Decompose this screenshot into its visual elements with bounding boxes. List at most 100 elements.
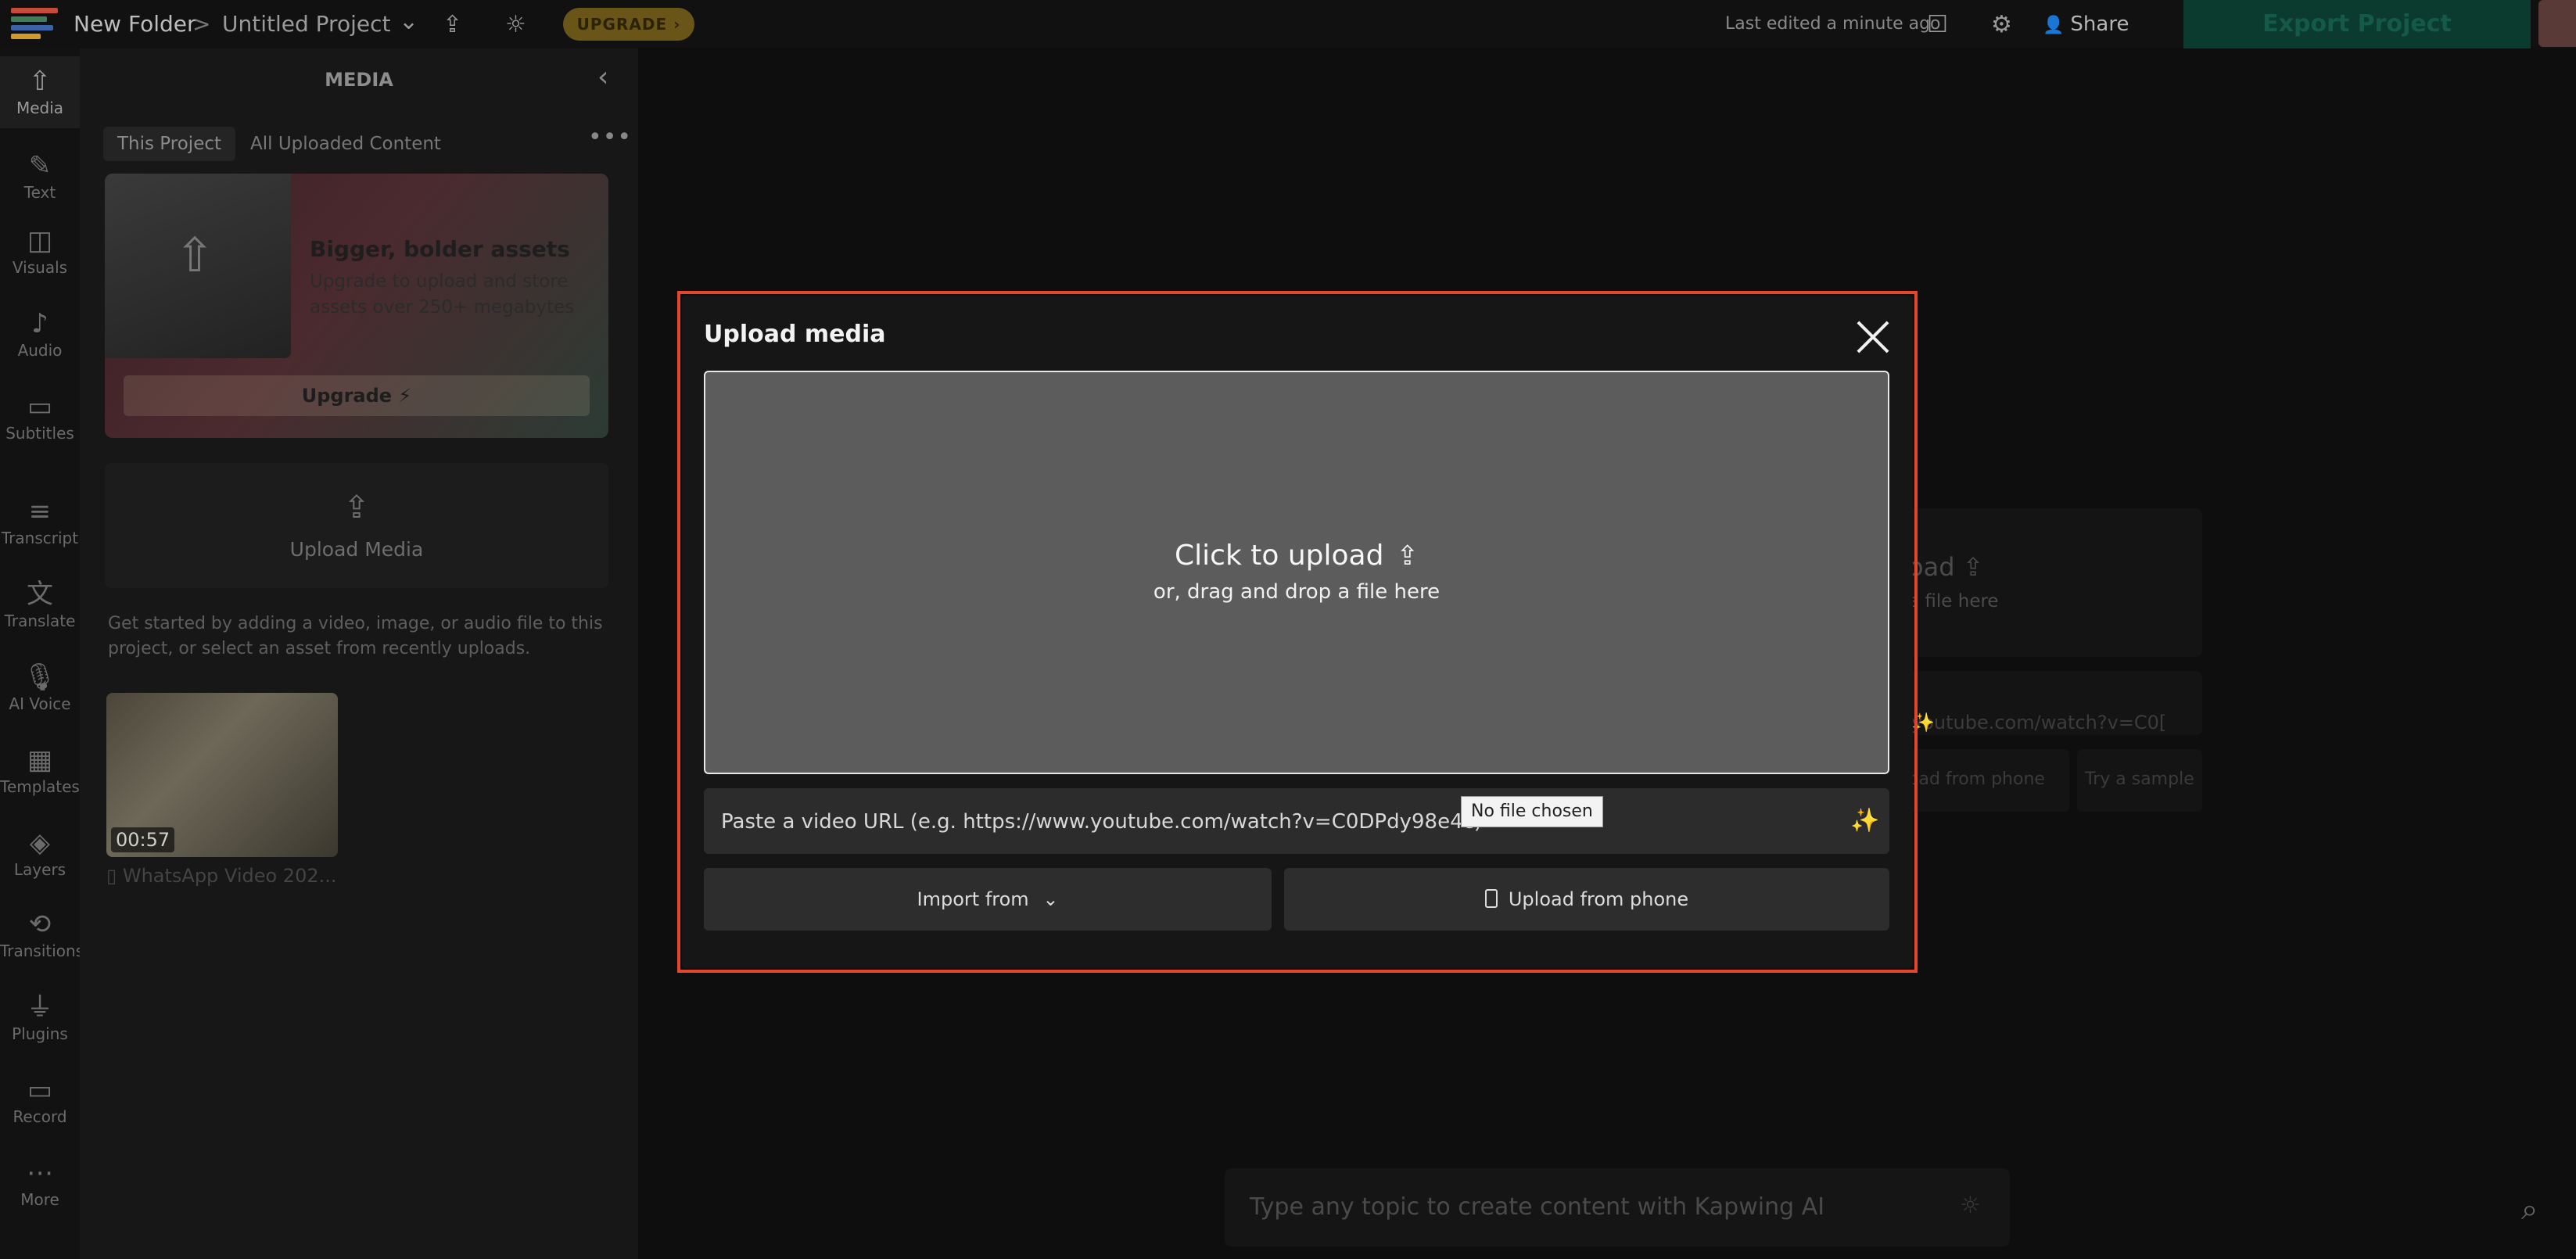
rail-item-transitions[interactable]: ⟲ Transitions — [0, 909, 84, 960]
asset-name: ▯ WhatsApp Video 202... — [106, 865, 337, 887]
video-url-input[interactable]: Paste a video URL (e.g. https://www.yout… — [704, 788, 1889, 854]
gear-icon[interactable]: ⚙ — [1991, 11, 2012, 38]
layers-icon: ◈ — [29, 827, 51, 859]
canvas-upload-phone-button: oad from phone — [1896, 749, 2069, 812]
share-upload-icon[interactable]: ⇪ — [443, 11, 462, 38]
upgrade-label: UPGRADE — [576, 15, 668, 34]
import-from-button[interactable]: Import from ⌄ — [704, 868, 1272, 931]
upload-icon: ⇪ — [1396, 540, 1419, 572]
plug-icon: ⏚ — [27, 992, 53, 1023]
upgrade-button[interactable]: UPGRADE › — [563, 8, 694, 41]
share-button[interactable]: 👤 Share — [2043, 6, 2157, 42]
promo-subtitle: Upgrade to upload and store assets over … — [310, 271, 575, 317]
rail-item-translate[interactable]: 文 Translate — [0, 579, 80, 630]
rail-label: Subtitles — [5, 424, 74, 443]
more-dots-icon: ⋯ — [27, 1157, 53, 1189]
rail-label: Translate — [4, 612, 76, 630]
upload-arrow-icon: ⇧ — [175, 228, 215, 283]
chevron-down-icon: ⌄ — [1042, 888, 1059, 910]
upload-media-label: Upload Media — [289, 538, 424, 561]
lightbulb-icon: ☼ — [1960, 1192, 1981, 1219]
upload-icon: ⇪ — [343, 490, 370, 525]
caption-icon: ▭ — [27, 391, 53, 422]
video-url-placeholder: Paste a video URL (e.g. https://www.yout… — [721, 810, 1483, 834]
rail-label: Transcript — [1, 529, 79, 547]
click-to-upload: Click to upload ⇪ — [705, 540, 1888, 572]
kapwing-logo-icon[interactable] — [11, 8, 58, 41]
sparkle-icon[interactable]: ✨ — [1850, 807, 1879, 834]
promo-upgrade-button[interactable]: Upgrade ⚡ — [124, 375, 590, 416]
lightbulb-icon[interactable]: ☼ — [505, 11, 526, 38]
panel-title: MEDIA — [325, 69, 393, 91]
comment-icon[interactable]: ☐ — [1927, 11, 1948, 38]
upload-icon: ⇧ — [28, 66, 52, 97]
rail-label: More — [20, 1190, 59, 1209]
upload-from-phone-button[interactable]: Upload from phone — [1284, 868, 1889, 931]
breadcrumb-folder[interactable]: New Folder — [74, 11, 196, 37]
transcript-icon: ≡ — [28, 496, 52, 527]
canvas-sample-text: Try a sample — [2085, 769, 2194, 789]
last-edited-status: Last edited a minute ago — [1725, 14, 1941, 34]
export-project-button[interactable]: Export Project — [2183, 0, 2531, 48]
asset-name-text: WhatsApp Video 202... — [122, 865, 337, 887]
promo-image: ⇧ — [105, 174, 291, 358]
media-panel: MEDIA ‹ This Project All Uploaded Conten… — [80, 48, 723, 1259]
file-dropzone[interactable]: Click to upload ⇪ or, drag and drop a fil… — [704, 371, 1889, 774]
project-title[interactable]: Untitled Project — [222, 11, 390, 37]
more-options-icon[interactable]: ••• — [588, 124, 632, 151]
upload-from-phone-label: Upload from phone — [1508, 888, 1689, 910]
avatar[interactable] — [2538, 0, 2576, 47]
tab-this-project[interactable]: This Project — [103, 127, 236, 161]
rail-item-text[interactable]: ✎ Text — [0, 150, 80, 202]
phone-icon — [1484, 889, 1498, 908]
tab-all-uploaded-content[interactable]: All Uploaded Content — [236, 127, 455, 161]
rail-item-record[interactable]: ▭ Record — [0, 1074, 80, 1126]
import-from-label: Import from — [917, 888, 1029, 910]
file-input-tooltip: No file chosen — [1461, 796, 1603, 827]
rail-label: Plugins — [12, 1024, 68, 1043]
chevron-left-icon[interactable]: ‹ — [597, 61, 608, 93]
close-icon[interactable] — [1855, 319, 1891, 355]
templates-icon: ▦ — [27, 744, 53, 776]
left-tool-rail: ⇧ Media ✎ Text ◫ Visuals ♪ Audio ▭ Subtitles … — [0, 48, 84, 1259]
rail-label: Templates — [0, 777, 80, 796]
asset-duration: 00:57 — [111, 827, 175, 852]
upload-media-button[interactable]: ⇪ Upload Media — [105, 463, 608, 588]
rail-item-audio[interactable]: ♪ Audio — [0, 308, 80, 360]
panel-hint-text: Get started by adding a video, image, or… — [108, 614, 603, 658]
rail-item-layers[interactable]: ◈ Layers — [0, 827, 80, 879]
canvas-url-text: youtube.com/watch?v=C0[ — [1911, 712, 2167, 734]
user-plus-icon: 👤 — [2043, 16, 2065, 35]
upload-media-modal: Upload media Click to upload ⇪ or, drag a… — [682, 296, 1913, 968]
rail-item-ai-voice[interactable]: 🎙 AI Voice — [0, 662, 80, 713]
rail-label: Text — [23, 183, 56, 202]
chevron-down-icon[interactable]: ⌄ — [399, 8, 418, 35]
rail-label: Layers — [13, 860, 66, 879]
upload-icon: ⇪ — [1962, 552, 1984, 582]
rail-label: AI Voice — [9, 694, 71, 713]
canvas-try-sample-button: Try a sample — [2077, 749, 2202, 812]
share-label: Share — [2070, 13, 2129, 36]
rail-item-templates[interactable]: ▦ Templates — [0, 744, 80, 796]
media-asset-thumbnail[interactable]: 00:57 — [106, 693, 338, 857]
canvas-drag-text: a file here — [1908, 591, 1999, 612]
canvas-phone-text: oad from phone — [1908, 769, 2045, 789]
music-note-icon: ♪ — [31, 308, 48, 339]
drag-drop-hint: or, drag and drop a file here — [1153, 580, 1440, 604]
rail-item-more[interactable]: ⋯ More — [0, 1157, 80, 1209]
rail-item-plugins[interactable]: ⏚ Plugins — [0, 992, 80, 1043]
ai-prompt-placeholder: Type any topic to create content with Ka… — [1250, 1193, 1825, 1221]
canvas-upload-card — [1896, 508, 2202, 657]
rail-item-transcript[interactable]: ≡ Transcript — [0, 496, 80, 547]
rail-label: Visuals — [12, 258, 68, 277]
rail-item-visuals[interactable]: ◫ Visuals — [0, 225, 80, 277]
transitions-icon: ⟲ — [28, 909, 52, 940]
breadcrumb-separator: > — [192, 11, 211, 37]
rail-label: Media — [16, 99, 64, 117]
edit-icon: ✎ — [28, 150, 52, 181]
rail-item-media[interactable]: ⇧ Media — [0, 56, 80, 128]
rail-item-subtitles[interactable]: ▭ Subtitles — [0, 391, 80, 443]
search-icon: ⌕ — [2521, 1192, 2538, 1226]
rail-label: Transitions — [0, 942, 84, 960]
promo-upgrade-label: Upgrade — [301, 385, 393, 407]
